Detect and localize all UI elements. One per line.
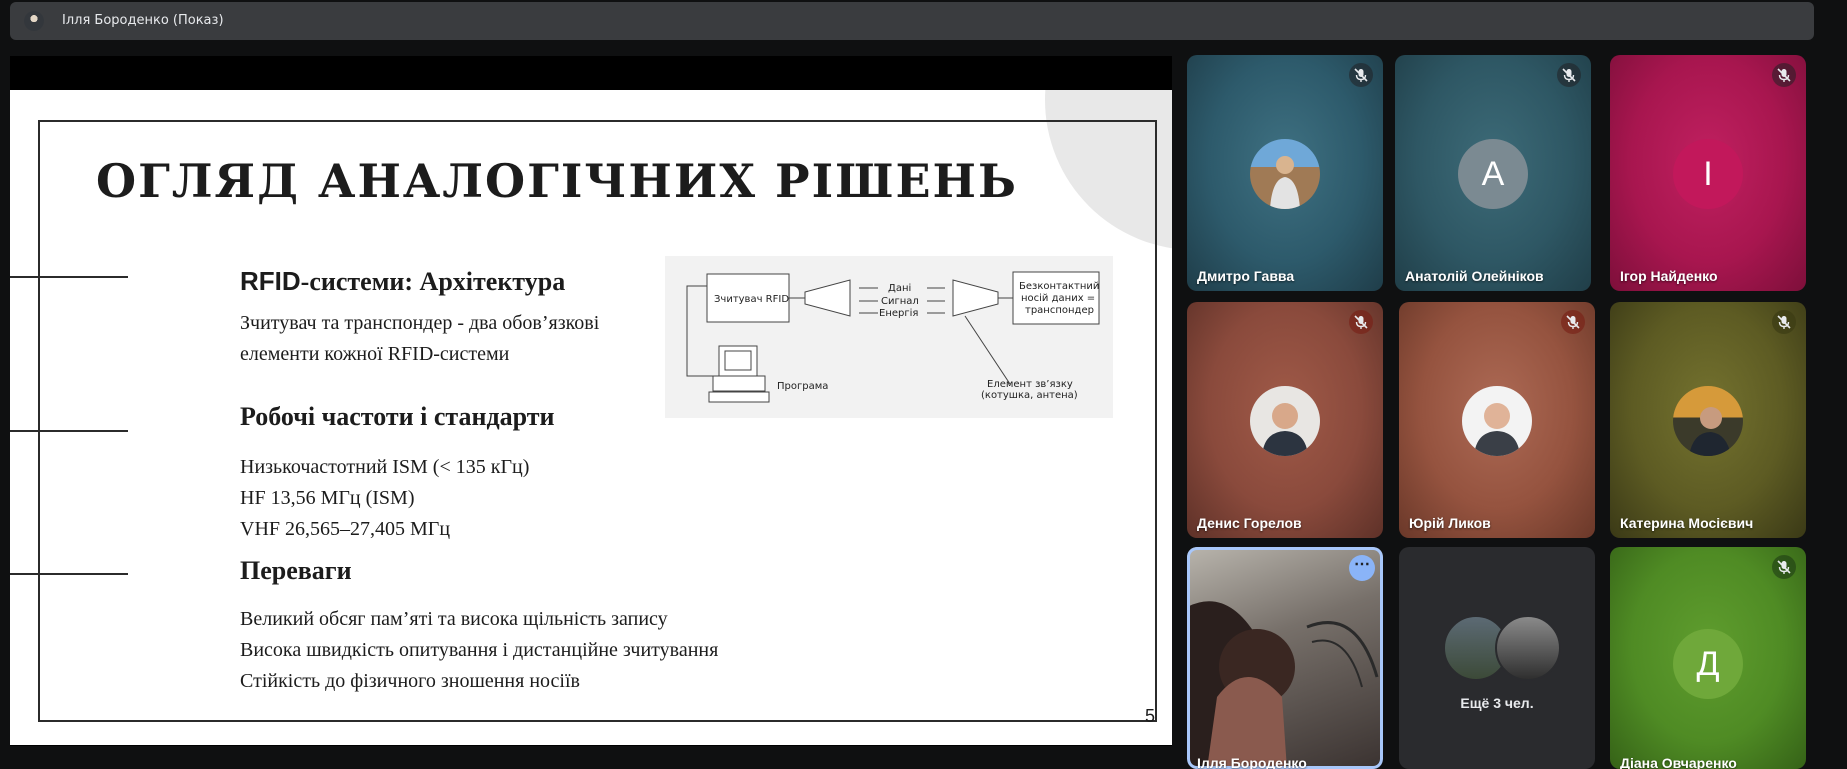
presenter-avatar [24,11,44,31]
section-marker-2 [10,430,128,432]
participant-avatar [1250,139,1320,209]
participant-avatar [1495,615,1561,681]
participant-name: Діана Овчаренко [1620,755,1737,769]
presenter-title: Ілля Бороденко (Показ) [62,13,224,28]
participant-name: Дмитро Гавва [1197,268,1295,284]
participant-name: Ілля Бороденко [1197,755,1307,769]
frequency-line: Низькочастотний ISM (< 135 кГц) [240,456,530,478]
diagram-drawing: Зчитувач RFID Дані Сигнал Енергія Безкон… [686,271,1100,403]
heading-rfid: RFID [240,266,301,296]
participant-name: Катерина Мосієвич [1620,515,1754,531]
participant-name: Анатолій Олейніков [1405,268,1544,284]
architecture-text: Зчитувач та транспондер - два обов’язков… [240,308,599,370]
participant-tile[interactable]: Юрій Ликов [1399,302,1595,538]
diagram-carrier-line: носій даних = [1021,292,1095,304]
participant-tile[interactable]: Катерина Мосієвич [1610,302,1806,538]
advantage-line: Висока швидкість опитування і дистанційн… [240,639,719,661]
frequency-line: HF 13,56 МГц (ISM) [240,487,415,509]
diagram-carrier-line: транспондер [1025,305,1094,316]
architecture-line: елементи кожної RFID-системи [240,343,510,365]
diagram-carrier-line: Безконтактний [1019,281,1099,292]
slide-page-number: 5 [1145,706,1156,726]
participant-tile[interactable]: І Ігор Найденко [1610,55,1806,291]
more-options-button[interactable]: ⋯ [1349,555,1375,581]
participant-tile[interactable]: Денис Горелов [1187,302,1383,538]
participant-tile[interactable]: А Анатолій Олейніков [1395,55,1591,291]
diagram-coupling-line: Елемент зв’язку [987,379,1073,390]
participant-video-tile[interactable]: ⋯ Ілля Бороденко [1187,547,1383,769]
participant-avatar [1250,386,1320,456]
person-photo-icon [1689,407,1731,456]
slide: ОГЛЯД АНАЛОГІЧНИХ РІШЕНЬ RFID-системи: А… [10,90,1172,745]
person-photo-icon [1270,156,1300,209]
mic-off-icon [1772,63,1796,87]
architecture-line: Зчитувач та транспондер - два обов’язков… [240,312,600,334]
advantages-list: Великий обсяг пам’яті та висока щільніст… [240,604,718,697]
participant-avatar [1673,386,1743,456]
video-feed [1187,601,1379,769]
presentation-stage[interactable]: ОГЛЯД АНАЛОГІЧНИХ РІШЕНЬ RFID-системи: А… [10,56,1172,746]
section-heading-advantages: Переваги [240,556,352,585]
participant-name: Юрій Ликов [1409,515,1491,531]
person-photo-icon [1262,403,1308,456]
section-heading-frequencies: Робочі частоти і стандарти [240,402,555,431]
section-marker-3 [10,573,128,575]
more-participants-tile[interactable]: Ещё 3 чел. [1399,547,1595,769]
advantage-line: Великий обсяг пам’яті та висока щільніст… [240,608,668,630]
participant-avatar: А [1458,139,1528,209]
mic-off-icon [1561,310,1585,334]
mic-off-icon [1349,310,1373,334]
heading-architecture-rest: -системи: Архітектура [300,267,566,296]
participant-tile[interactable]: Дмитро Гавва [1187,55,1383,291]
mic-off-icon [1349,63,1373,87]
mic-off-icon [1772,555,1796,579]
slide-title: ОГЛЯД АНАЛОГІЧНИХ РІШЕНЬ [96,154,1018,208]
mic-off-icon [1557,63,1581,87]
rfid-architecture-diagram: Зчитувач RFID Дані Сигнал Енергія Безкон… [665,256,1113,418]
participant-avatar: І [1673,139,1743,209]
section-heading-architecture: RFID-системи: Архітектура [240,266,565,297]
diagram-energy-label: Енергія [879,307,918,319]
frequencies-list: Низькочастотний ISM (< 135 кГц) HF 13,56… [240,452,529,545]
diagram-reader-label: Зчитувач RFID [714,294,789,305]
participant-avatar [1462,386,1532,456]
presentation-header: Ілля Бороденко (Показ) [10,2,1814,40]
more-participants-label: Ещё 3 чел. [1460,695,1534,711]
participant-avatar: Д [1673,629,1743,699]
participant-name: Денис Горелов [1197,515,1302,531]
section-marker-1 [10,276,128,278]
person-photo-icon [1474,403,1520,456]
participant-tile[interactable]: Д Діана Овчаренко [1610,547,1806,769]
mic-off-icon [1772,310,1796,334]
diagram-coupling-line: (котушка, антена) [981,390,1078,401]
frequency-line: VHF 26,565–27,405 МГц [240,518,451,540]
advantage-line: Стійкість до фізичного зношення носіїв [240,670,580,692]
participant-name: Ігор Найденко [1620,268,1718,284]
diagram-program-label: Програма [777,381,828,392]
diagram-data-label: Дані [888,282,911,294]
diagram-signal-label: Сигнал [881,296,919,307]
